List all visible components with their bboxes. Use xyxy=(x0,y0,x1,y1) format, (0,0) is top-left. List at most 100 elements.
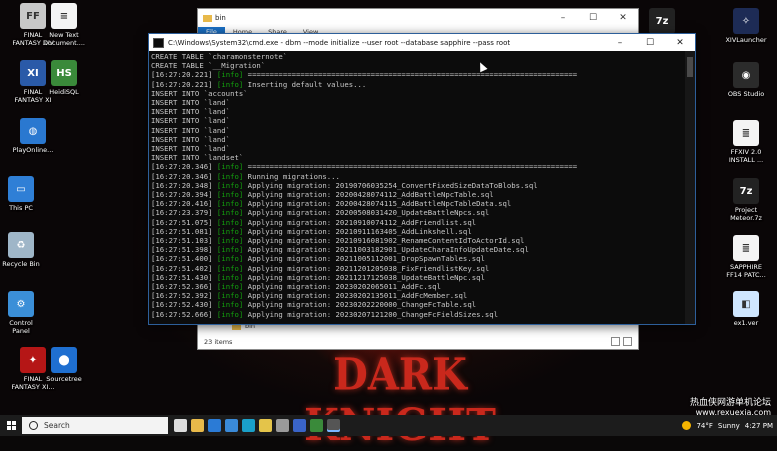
log-message: INSERT INTO `landset` xyxy=(151,153,244,163)
log-message: Inserting default values... xyxy=(243,79,367,89)
xivlauncher-task-icon[interactable] xyxy=(293,419,306,432)
log-timestamp: [16:27:52.430] xyxy=(151,300,213,310)
patch-document-icon: ≣ xyxy=(733,235,759,261)
cmd-title-bar[interactable]: C:\Windows\System32\cmd.exe - dbm --mode… xyxy=(149,34,695,51)
file-explorer-icon[interactable] xyxy=(191,419,204,432)
console-line: [16:27:20.416] [info] Applying migration… xyxy=(151,199,685,208)
edge-icon[interactable] xyxy=(242,419,255,432)
log-timestamp: [16:27:51.430] xyxy=(151,272,213,282)
console-line: INSERT INTO `land` xyxy=(151,107,685,116)
console-line: [16:27:20.346] [info] Running migrations… xyxy=(151,172,685,181)
desktop-shortcut-label: Recycle Bin xyxy=(2,260,40,268)
close-button[interactable]: ✕ xyxy=(608,13,638,23)
desktop-shortcut[interactable]: ⬤ Sourcetree xyxy=(29,347,99,383)
details-view-icon[interactable] xyxy=(611,337,620,346)
desktop-shortcut-label: Control Panel xyxy=(9,319,33,335)
console-line: [16:27:51.081] [info] Applying migration… xyxy=(151,227,685,236)
log-timestamp: [16:27:51.103] xyxy=(151,236,213,246)
scrollbar-thumb[interactable] xyxy=(687,57,693,77)
log-message: Applying migration: 20230202220000_Chang… xyxy=(243,300,477,310)
log-level-tag: [info] xyxy=(216,208,244,218)
dark-knight-wallpaper-logo: DARK KNIGHT xyxy=(304,348,496,450)
task-view-icon[interactable] xyxy=(174,419,187,432)
weather-temp[interactable]: 74°F xyxy=(696,422,712,430)
desktop-shortcut[interactable]: ⚙ Control Panel xyxy=(0,291,56,335)
weather-sun-icon[interactable] xyxy=(682,421,692,430)
large-icons-view-icon[interactable] xyxy=(623,337,632,346)
desktop-shortcut[interactable]: ◧ ex1.ver xyxy=(711,291,777,327)
maximize-button[interactable]: ☐ xyxy=(578,13,608,23)
console-line: INSERT INTO `land` xyxy=(151,126,685,135)
desktop-shortcut-label: New Text Document.... xyxy=(43,31,85,47)
this-pc-icon: ▭ xyxy=(8,176,34,202)
watermark-title: 热血侠网游单机论坛 xyxy=(689,398,771,408)
log-timestamp: [16:27:51.398] xyxy=(151,245,213,255)
cmd-scrollbar[interactable] xyxy=(685,51,695,324)
log-message: Applying migration: 20211003182901_Updat… xyxy=(243,245,529,255)
desktop-shortcut[interactable]: HS HeidiSQL xyxy=(29,60,99,96)
console-line: INSERT INTO `land` xyxy=(151,144,685,153)
log-timestamp: [16:27:20.348] xyxy=(151,180,213,190)
search-icon xyxy=(29,421,38,430)
store-icon[interactable] xyxy=(225,419,238,432)
desktop-shortcut[interactable]: ▭ This PC xyxy=(0,176,56,212)
cmd-task-icon[interactable] xyxy=(327,419,340,432)
log-message: Applying migration: 20190706035254_Conve… xyxy=(243,180,538,190)
cmd-close-button[interactable]: ✕ xyxy=(665,38,695,48)
log-timestamp: [16:27:20.416] xyxy=(151,199,213,209)
start-button[interactable] xyxy=(0,415,22,436)
desktop-shortcut[interactable]: ≣ SAPPHIRE FF14 PATC... xyxy=(711,235,777,279)
log-timestamp: [16:27:20.346] xyxy=(151,171,213,181)
chrome-icon[interactable] xyxy=(259,419,272,432)
log-message: INSERT INTO `land` xyxy=(151,134,231,144)
console-line: INSERT INTO `land` xyxy=(151,98,685,107)
mail-icon[interactable] xyxy=(208,419,221,432)
heidisql-task-icon[interactable] xyxy=(310,419,323,432)
log-level-tag: [info] xyxy=(216,190,244,200)
explorer-title-bar[interactable]: bin – ☐ ✕ xyxy=(198,9,638,27)
log-level-tag: [info] xyxy=(216,162,244,172)
desktop-shortcut[interactable]: ◍ PlayOnline... xyxy=(0,118,68,154)
desktop-shortcut[interactable]: ✧ XIVLauncher xyxy=(711,8,777,44)
console-output[interactable]: CREATE TABLE `charamonsternote` CREATE TA… xyxy=(149,51,685,324)
log-level-tag: [info] xyxy=(216,245,244,255)
obs-icon[interactable] xyxy=(276,419,289,432)
cmd-minimize-button[interactable]: – xyxy=(605,38,635,48)
log-level-tag: [info] xyxy=(216,180,244,190)
log-message: CREATE TABLE `__Migration` xyxy=(151,61,266,71)
recycle-bin-icon: ♻ xyxy=(8,232,34,258)
desktop-shortcut[interactable]: 7z Project Meteor.7z xyxy=(711,178,777,222)
log-timestamp: [16:27:20.221] xyxy=(151,70,213,80)
log-timestamp: [16:27:52.392] xyxy=(151,291,213,301)
console-line: [16:27:52.430] [info] Applying migration… xyxy=(151,300,685,309)
desktop-shortcut-label: Sourcetree xyxy=(46,375,82,383)
taskbar-search-box[interactable]: Search xyxy=(22,417,168,434)
desktop-shortcut[interactable]: ◉ OBS Studio xyxy=(711,62,777,98)
log-message: Applying migration: 20230207121200_Chang… xyxy=(243,309,499,319)
log-timestamp: [16:27:51.400] xyxy=(151,254,213,264)
console-line: [16:27:51.398] [info] Applying migration… xyxy=(151,245,685,254)
minimize-button[interactable]: – xyxy=(548,13,578,23)
desktop-shortcut[interactable]: ≣ FFXIV 2.0 INSTALL ... xyxy=(711,120,777,164)
cmd-window[interactable]: C:\Windows\System32\cmd.exe - dbm --mode… xyxy=(148,33,696,325)
desktop-shortcut-label: OBS Studio xyxy=(727,90,765,98)
log-message: INSERT INTO `land` xyxy=(151,125,231,135)
log-message: Applying migration: 20230202065011_AddFc… xyxy=(243,282,441,292)
clock-time[interactable]: 4:27 PM xyxy=(745,422,773,430)
weather-text[interactable]: Sunny xyxy=(718,422,740,430)
log-message: Applying migration: 20200508031420_Updat… xyxy=(243,208,490,218)
console-line: [16:27:20.221] [info] ==================… xyxy=(151,70,685,79)
log-level-tag: [info] xyxy=(216,300,244,310)
console-line: [16:27:20.348] [info] Applying migration… xyxy=(151,181,685,190)
console-line: [16:27:52.392] [info] Applying migration… xyxy=(151,291,685,300)
log-level-tag: [info] xyxy=(216,199,244,209)
desktop-shortcut[interactable]: ♻ Recycle Bin xyxy=(0,232,56,268)
log-level-tag: [info] xyxy=(216,291,244,301)
console-line: [16:27:20.346] [info] ==================… xyxy=(151,162,685,171)
log-message: INSERT INTO `land` xyxy=(151,144,231,154)
desktop-shortcut[interactable]: ≡ New Text Document.... xyxy=(29,3,99,47)
log-message: Applying migration: 20211005112001_DropS… xyxy=(243,254,485,264)
log-message: ========================================… xyxy=(243,162,578,172)
cmd-maximize-button[interactable]: ☐ xyxy=(635,38,665,48)
log-message: Applying migration: 20200428074112_AddBa… xyxy=(243,190,494,200)
